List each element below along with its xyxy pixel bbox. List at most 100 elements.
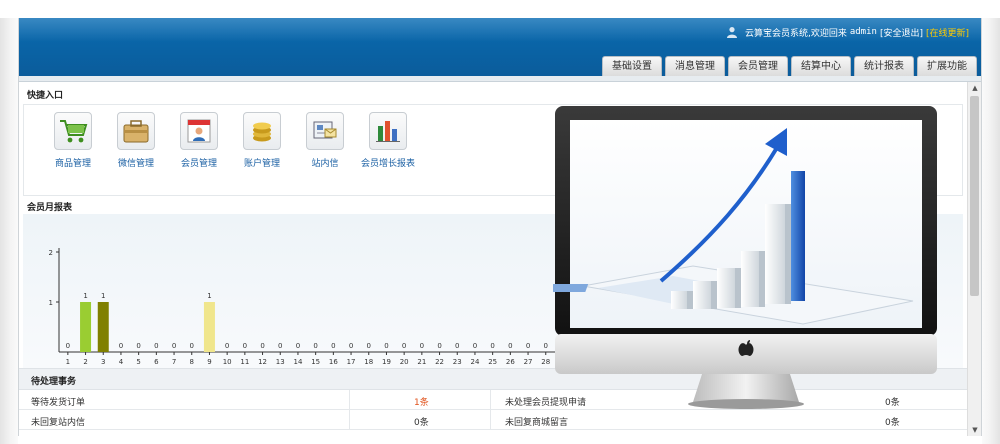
x-tick-label: 9 — [207, 358, 211, 366]
quick-item-wechat[interactable]: 微信管理 — [104, 112, 168, 169]
x-tick-label: 15 — [311, 358, 320, 366]
pending-tasks-title: 待处理事务 — [31, 377, 77, 387]
pending-count[interactable]: 0条 — [885, 415, 900, 428]
data-label: 0 — [367, 342, 371, 350]
x-tick-label: 28 — [541, 358, 550, 366]
cell-divider — [349, 390, 350, 410]
data-label: 0 — [66, 342, 70, 350]
data-label: 1 — [207, 292, 211, 300]
user-icon — [726, 27, 737, 38]
quick-item-accounts[interactable]: 账户管理 — [230, 112, 294, 169]
x-tick-label: 23 — [453, 358, 462, 366]
data-label: 0 — [526, 342, 530, 350]
x-tick-label: 17 — [347, 358, 356, 366]
bar — [97, 302, 109, 352]
data-label: 0 — [225, 342, 229, 350]
frame-shadow-left — [0, 18, 18, 444]
data-label: 0 — [172, 342, 176, 350]
data-label: 0 — [455, 342, 459, 350]
pending-count[interactable]: 0条 — [414, 415, 429, 428]
page-frame: 云算宝会员系统,欢迎回来 admin [安全退出] [在线更新] 基础设置 消息… — [0, 0, 1000, 444]
x-tick-label: 6 — [154, 358, 159, 366]
tab-member-management[interactable]: 会员管理 — [728, 56, 788, 76]
x-tick-label: 14 — [293, 358, 302, 366]
data-label: 0 — [278, 342, 282, 350]
quick-access-title: 快捷入口 — [27, 91, 64, 101]
quick-item-site-messages[interactable]: 站内信 — [293, 112, 357, 169]
cart-icon — [54, 112, 92, 150]
x-tick-label: 11 — [240, 358, 249, 366]
monthly-report-title: 会员月报表 — [27, 203, 73, 213]
x-tick-label: 12 — [258, 358, 267, 366]
x-tick-label: 16 — [329, 358, 338, 366]
message-icon — [306, 112, 344, 150]
imac-monitor-icon — [553, 106, 937, 409]
bar-report-icon — [369, 112, 407, 150]
data-label: 0 — [384, 342, 388, 350]
data-label: 0 — [154, 342, 158, 350]
data-label: 0 — [508, 342, 512, 350]
x-tick-label: 1 — [66, 358, 70, 366]
online-update-link[interactable]: [在线更新] — [926, 26, 969, 39]
data-label: 0 — [402, 342, 406, 350]
briefcase-icon — [117, 112, 155, 150]
frame-shadow-right — [982, 18, 1000, 444]
x-tick-label: 27 — [524, 358, 533, 366]
user-bar: 云算宝会员系统,欢迎回来 admin [安全退出] [在线更新] — [726, 24, 969, 40]
x-tick-label: 22 — [435, 358, 444, 366]
pending-count[interactable]: 1条 — [414, 395, 429, 408]
x-tick-label: 5 — [136, 358, 140, 366]
cell-divider — [349, 410, 350, 430]
x-tick-label: 25 — [488, 358, 497, 366]
bar — [80, 302, 92, 352]
data-label: 0 — [136, 342, 140, 350]
quick-item-label: 账户管理 — [243, 159, 280, 169]
pending-label: 未回复站内信 — [31, 418, 86, 428]
quick-item-label: 微信管理 — [117, 159, 154, 169]
data-label: 1 — [83, 292, 87, 300]
x-tick-label: 13 — [276, 358, 285, 366]
data-label: 0 — [490, 342, 494, 350]
data-label: 1 — [101, 292, 105, 300]
x-tick-label: 19 — [382, 358, 391, 366]
cell-divider — [490, 410, 491, 430]
x-tick-label: 21 — [417, 358, 426, 366]
data-label: 0 — [260, 342, 264, 350]
pending-label: 等待发货订单 — [31, 398, 86, 408]
y-tick-label: 1 — [49, 299, 53, 307]
quick-item-members[interactable]: 会员管理 — [167, 112, 231, 169]
data-label: 0 — [296, 342, 300, 350]
data-label: 0 — [331, 342, 335, 350]
scroll-down-arrow-icon[interactable]: ▼ — [971, 426, 979, 434]
tab-basic-settings[interactable]: 基础设置 — [602, 56, 662, 76]
x-tick-label: 4 — [119, 358, 124, 366]
username: admin — [849, 27, 877, 37]
x-tick-label: 10 — [223, 358, 232, 366]
x-tick-label: 8 — [190, 358, 194, 366]
top-header: 云算宝会员系统,欢迎回来 admin [安全退出] [在线更新] 基础设置 消息… — [19, 18, 981, 76]
scroll-up-arrow-icon[interactable]: ▲ — [971, 84, 979, 92]
tab-settlement-center[interactable]: 结算中心 — [791, 56, 851, 76]
logout-link[interactable]: [安全退出] — [880, 26, 923, 39]
quick-item-growth-report[interactable]: 会员增长报表 — [356, 112, 420, 169]
quick-item-label: 商品管理 — [54, 159, 91, 169]
data-label: 0 — [313, 342, 317, 350]
bar — [203, 302, 215, 352]
scroll-thumb[interactable] — [970, 96, 979, 296]
tab-message-management[interactable]: 消息管理 — [665, 56, 725, 76]
x-tick-label: 7 — [172, 358, 176, 366]
quick-item-label: 站内信 — [311, 159, 339, 169]
vertical-scrollbar[interactable]: ▲ ▼ — [967, 82, 981, 436]
cell-divider — [490, 390, 491, 410]
y-tick-label: 2 — [49, 249, 53, 257]
quick-item-label: 会员管理 — [180, 159, 217, 169]
x-tick-label: 20 — [400, 358, 409, 366]
member-card-icon — [180, 112, 218, 150]
data-label: 0 — [437, 342, 441, 350]
tab-statistics-reports[interactable]: 统计报表 — [854, 56, 914, 76]
data-label: 0 — [473, 342, 477, 350]
data-label: 0 — [349, 342, 353, 350]
quick-item-products[interactable]: 商品管理 — [41, 112, 105, 169]
coins-icon — [243, 112, 281, 150]
tab-extensions[interactable]: 扩展功能 — [917, 56, 977, 76]
